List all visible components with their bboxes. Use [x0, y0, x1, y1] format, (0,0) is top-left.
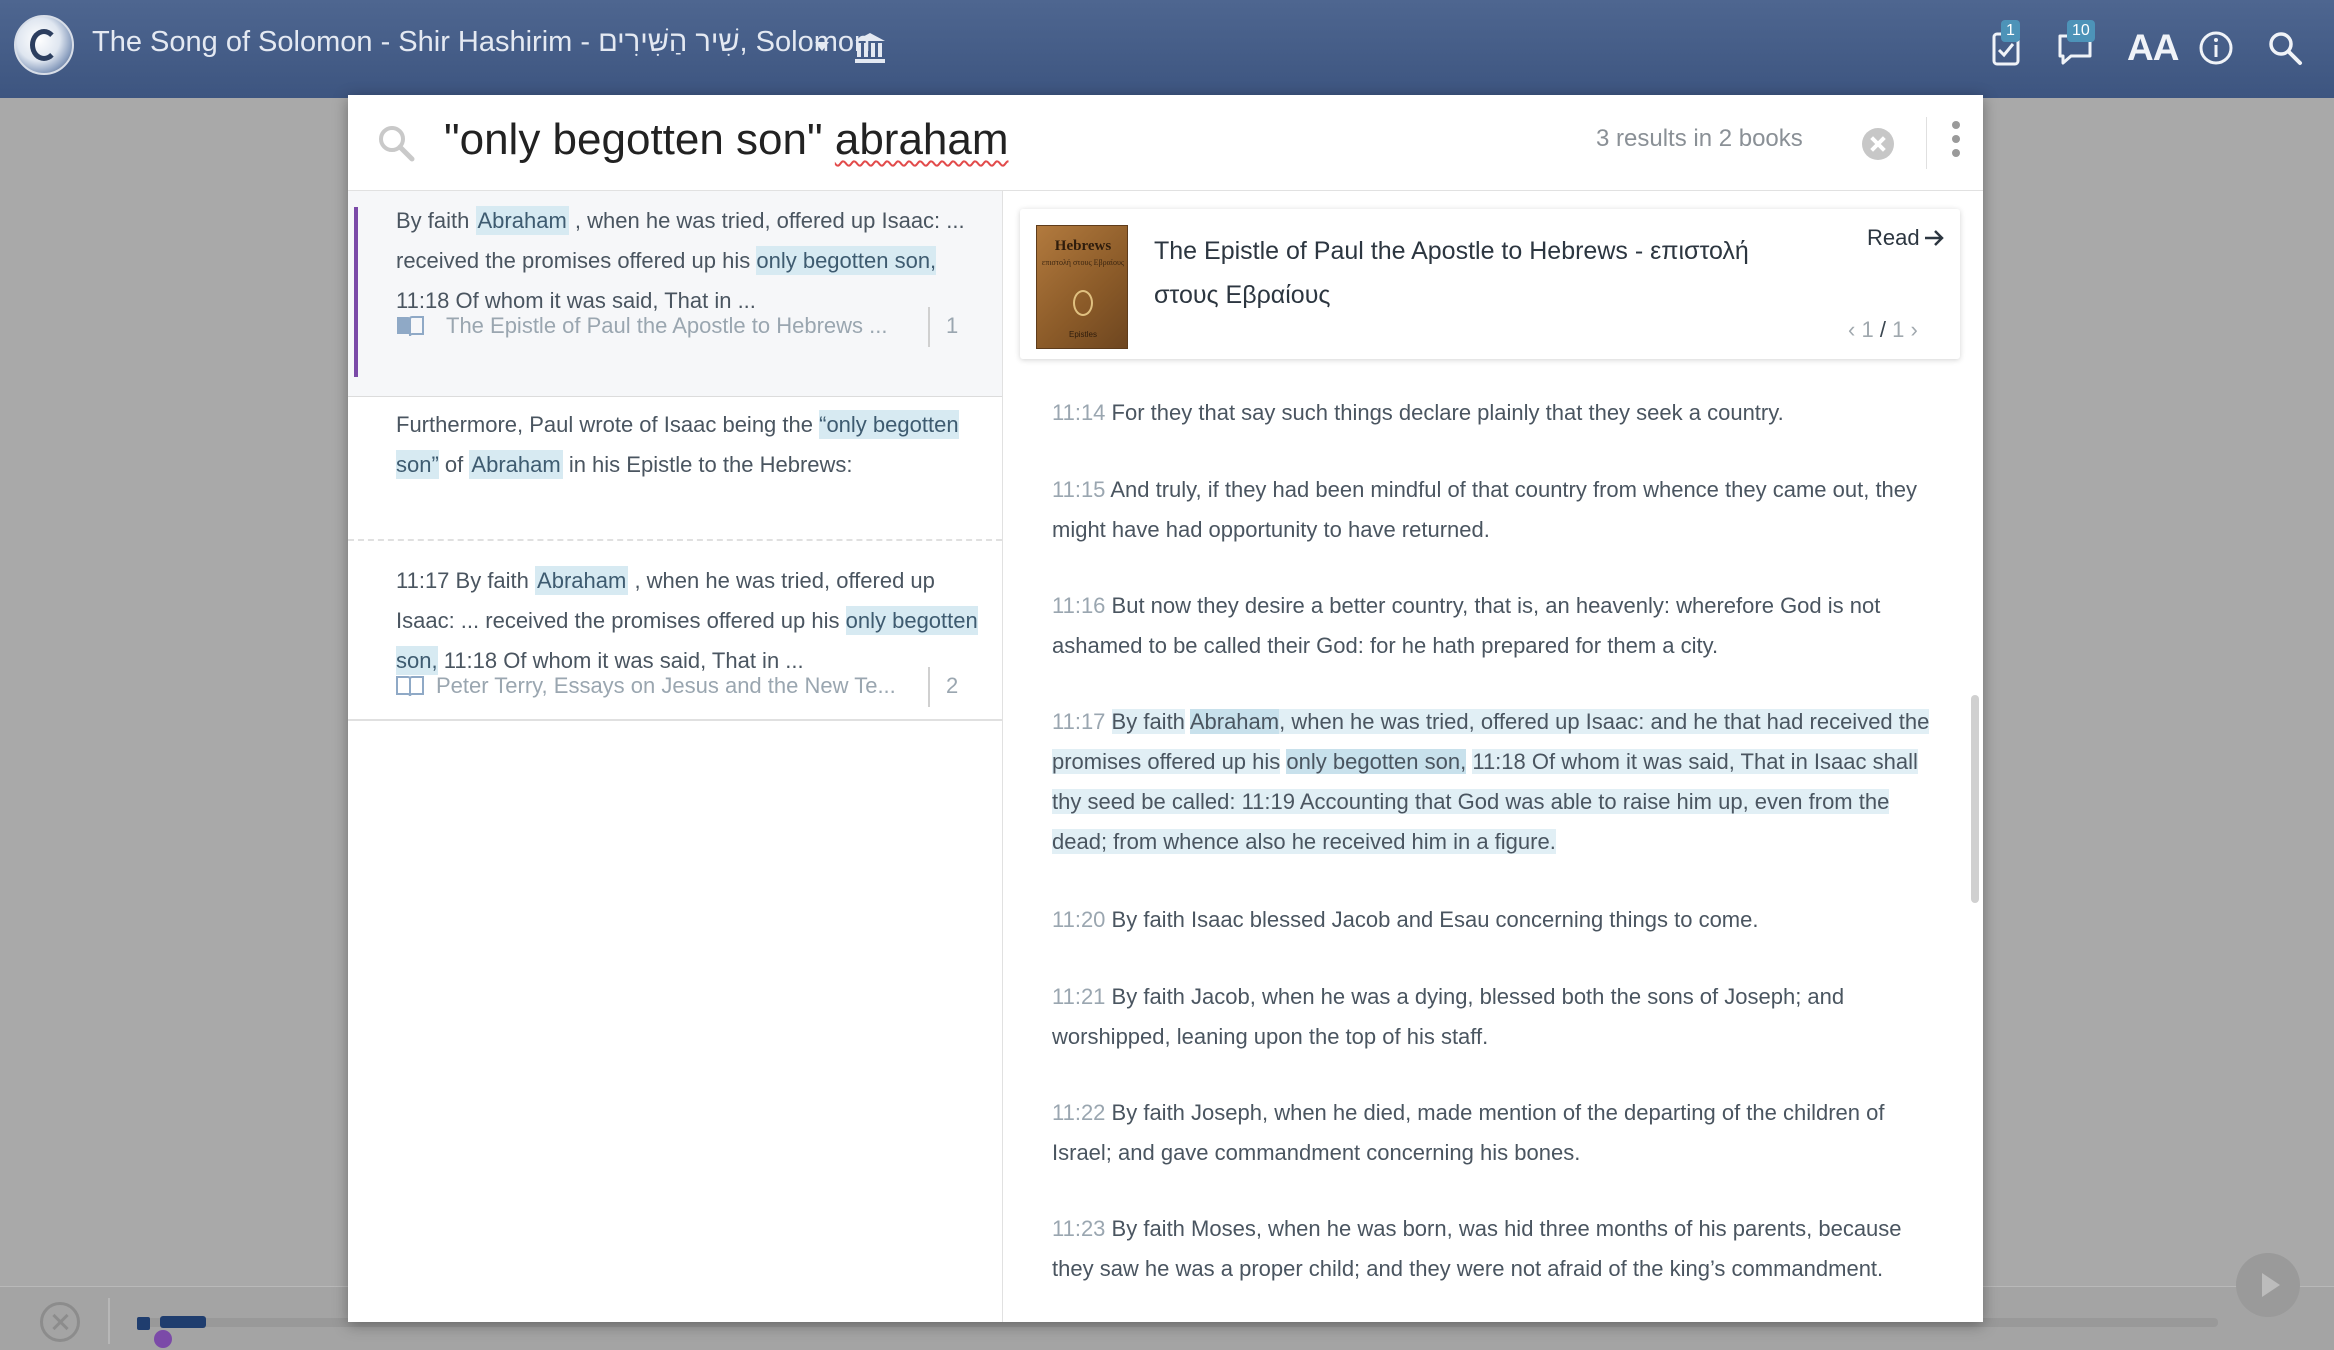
- cover-emblem: [1073, 290, 1093, 316]
- book-header-card: Hebrews επιστολή στους Εβραίους Epistles…: [1020, 209, 1960, 359]
- verse[interactable]: 11:16 But now they desire a better count…: [1052, 586, 1932, 666]
- info-icon[interactable]: [2196, 28, 2236, 68]
- verse-text: By faith Joseph, when he died, made ment…: [1052, 1100, 1885, 1165]
- book-cover[interactable]: Hebrews επιστολή στους Εβραίους Epistles: [1036, 225, 1128, 349]
- chevron-right-icon[interactable]: ›: [1910, 317, 1917, 342]
- snippet-text: By faith: [396, 208, 470, 233]
- progress-handle[interactable]: [154, 1330, 172, 1348]
- notes-badge: 1: [2001, 20, 2020, 42]
- pager-total: 1: [1892, 317, 1905, 342]
- source-title: Peter Terry, Essays on Jesus and the New…: [436, 673, 896, 698]
- comments-badge: 10: [2067, 20, 2095, 42]
- highlight: Abraham: [469, 450, 563, 479]
- arrow-right-icon[interactable]: [1923, 227, 1945, 249]
- verse-number: 11:20: [1052, 907, 1106, 932]
- verse[interactable]: 11:14 For they that say such things decl…: [1052, 393, 1932, 433]
- result-source: Peter Terry, Essays on Jesus and the New…: [396, 667, 956, 707]
- results-list: By faith Abraham , when he was tried, of…: [348, 191, 1003, 1322]
- source-title: The Epistle of Paul the Apostle to Hebre…: [446, 313, 888, 338]
- clear-icon[interactable]: [1862, 128, 1894, 160]
- pager-separator: /: [1879, 317, 1886, 342]
- search-input[interactable]: "only begotten son" abraham: [444, 115, 1009, 165]
- progress-fill: [160, 1316, 206, 1328]
- verse-text: By faith Moses, when he was born, was hi…: [1052, 1216, 1902, 1281]
- search-bar: "only begotten son" abraham 3 results in…: [348, 95, 1983, 191]
- highlight: Abraham: [535, 566, 629, 595]
- scrollbar[interactable]: [1971, 695, 1979, 903]
- highlight: only begotten son,: [756, 246, 937, 275]
- search-icon[interactable]: [2265, 28, 2305, 68]
- verse-text: By faith: [1111, 709, 1185, 734]
- read-button[interactable]: Read: [1867, 225, 1920, 251]
- query-phrase: "only begotten son": [444, 115, 823, 164]
- snippet-text: of: [444, 452, 464, 477]
- verse[interactable]: 11:20 By faith Isaac blessed Jacob and E…: [1052, 900, 1932, 940]
- highlight: Abraham: [475, 206, 569, 235]
- top-bar: The Song of Solomon - Shir Hashirim - שִ…: [0, 0, 2334, 98]
- verse-highlighted[interactable]: 11:17 By faith Abraham, when he was trie…: [1052, 702, 1932, 862]
- verse[interactable]: 11:15 And truly, if they had been mindfu…: [1052, 470, 1932, 550]
- result-count-badge: 1: [946, 313, 959, 338]
- result-intro: Furthermore, Paul wrote of Isaac being t…: [396, 405, 986, 485]
- query-word: abraham: [834, 115, 1009, 164]
- more-icon[interactable]: [1951, 121, 1961, 165]
- library-icon[interactable]: [852, 30, 888, 66]
- verse-text: By faith Jacob, when he was a dying, ble…: [1052, 984, 1845, 1049]
- selected-indicator: [354, 207, 358, 377]
- verse-number: 11:21: [1052, 984, 1106, 1009]
- reader-book-title: The Epistle of Paul the Apostle to Hebre…: [1154, 237, 1749, 309]
- search-panel: "only begotten son" abraham 3 results in…: [348, 95, 1983, 1322]
- result-item[interactable]: Furthermore, Paul wrote of Isaac being t…: [348, 397, 1002, 721]
- result-snippet: 11:17 By faith Abraham , when he was tri…: [396, 561, 986, 681]
- divider: [928, 307, 930, 347]
- result-count-badge: 2: [946, 673, 959, 698]
- verse-text: By faith Isaac blessed Jacob and Esau co…: [1111, 907, 1759, 932]
- font-size-button[interactable]: AA: [2127, 27, 2179, 69]
- verse-number: 11:23: [1052, 1216, 1106, 1241]
- verse[interactable]: 11:22 By faith Joseph, when he died, mad…: [1052, 1093, 1932, 1173]
- divider: [928, 667, 930, 707]
- cover-title: Hebrews: [1054, 238, 1112, 254]
- result-item[interactable]: By faith Abraham , when he was tried, of…: [348, 191, 1002, 397]
- verse[interactable]: 11:21 By faith Jacob, when he was a dyin…: [1052, 977, 1932, 1057]
- book-title-dropdown[interactable]: The Song of Solomon - Shir Hashirim - שִ…: [92, 26, 870, 59]
- play-icon[interactable]: [2236, 1253, 2300, 1317]
- cover-footer: Epistles: [1068, 330, 1097, 339]
- verse[interactable]: 11:23 By faith Moses, when he was born, …: [1052, 1209, 1932, 1289]
- divider: [348, 539, 1002, 541]
- snippet-text: in his Epistle to the Hebrews:: [568, 452, 853, 477]
- snippet-text: Furthermore, Paul wrote of Isaac being t…: [396, 412, 813, 437]
- divider: [108, 1298, 110, 1344]
- timeline-marker: [137, 1317, 150, 1330]
- result-pager: ‹ 1 / 1 ›: [1848, 317, 1918, 343]
- verse-text: But now they desire a better country, th…: [1052, 593, 1881, 658]
- book-icon: [396, 676, 424, 697]
- chevron-left-icon[interactable]: ‹: [1848, 317, 1855, 342]
- snippet-text: 11:17 By faith: [396, 568, 529, 593]
- result-count: 3 results in 2 books: [1596, 125, 1803, 152]
- cover-subtitle: επιστολή στους Εβραίους: [1041, 258, 1125, 267]
- close-icon[interactable]: [40, 1302, 80, 1342]
- reader-pane: Hebrews επιστολή στους Εβραίους Epistles…: [1004, 191, 1983, 1322]
- result-snippet: By faith Abraham , when he was tried, of…: [396, 201, 986, 321]
- verse-number: 11:15: [1052, 477, 1106, 502]
- highlight: only begotten son,: [1286, 749, 1467, 774]
- highlight: Abraham: [1189, 709, 1280, 734]
- logo-icon[interactable]: [14, 15, 74, 75]
- verse-text: For they that say such things declare pl…: [1111, 400, 1784, 425]
- verse-number: 11:16: [1052, 593, 1106, 618]
- verse-number: 11:14: [1052, 400, 1106, 425]
- pager-current: 1: [1861, 317, 1874, 342]
- chevron-down-icon[interactable]: [815, 42, 829, 51]
- verse-number: 11:22: [1052, 1100, 1106, 1125]
- verse-number: 11:17: [1052, 709, 1106, 734]
- search-icon: [379, 126, 415, 162]
- verse-text: And truly, if they had been mindful of t…: [1052, 477, 1918, 542]
- book-icon: [397, 316, 424, 337]
- result-source: The Epistle of Paul the Apostle to Hebre…: [396, 307, 956, 347]
- divider: [1926, 117, 1927, 169]
